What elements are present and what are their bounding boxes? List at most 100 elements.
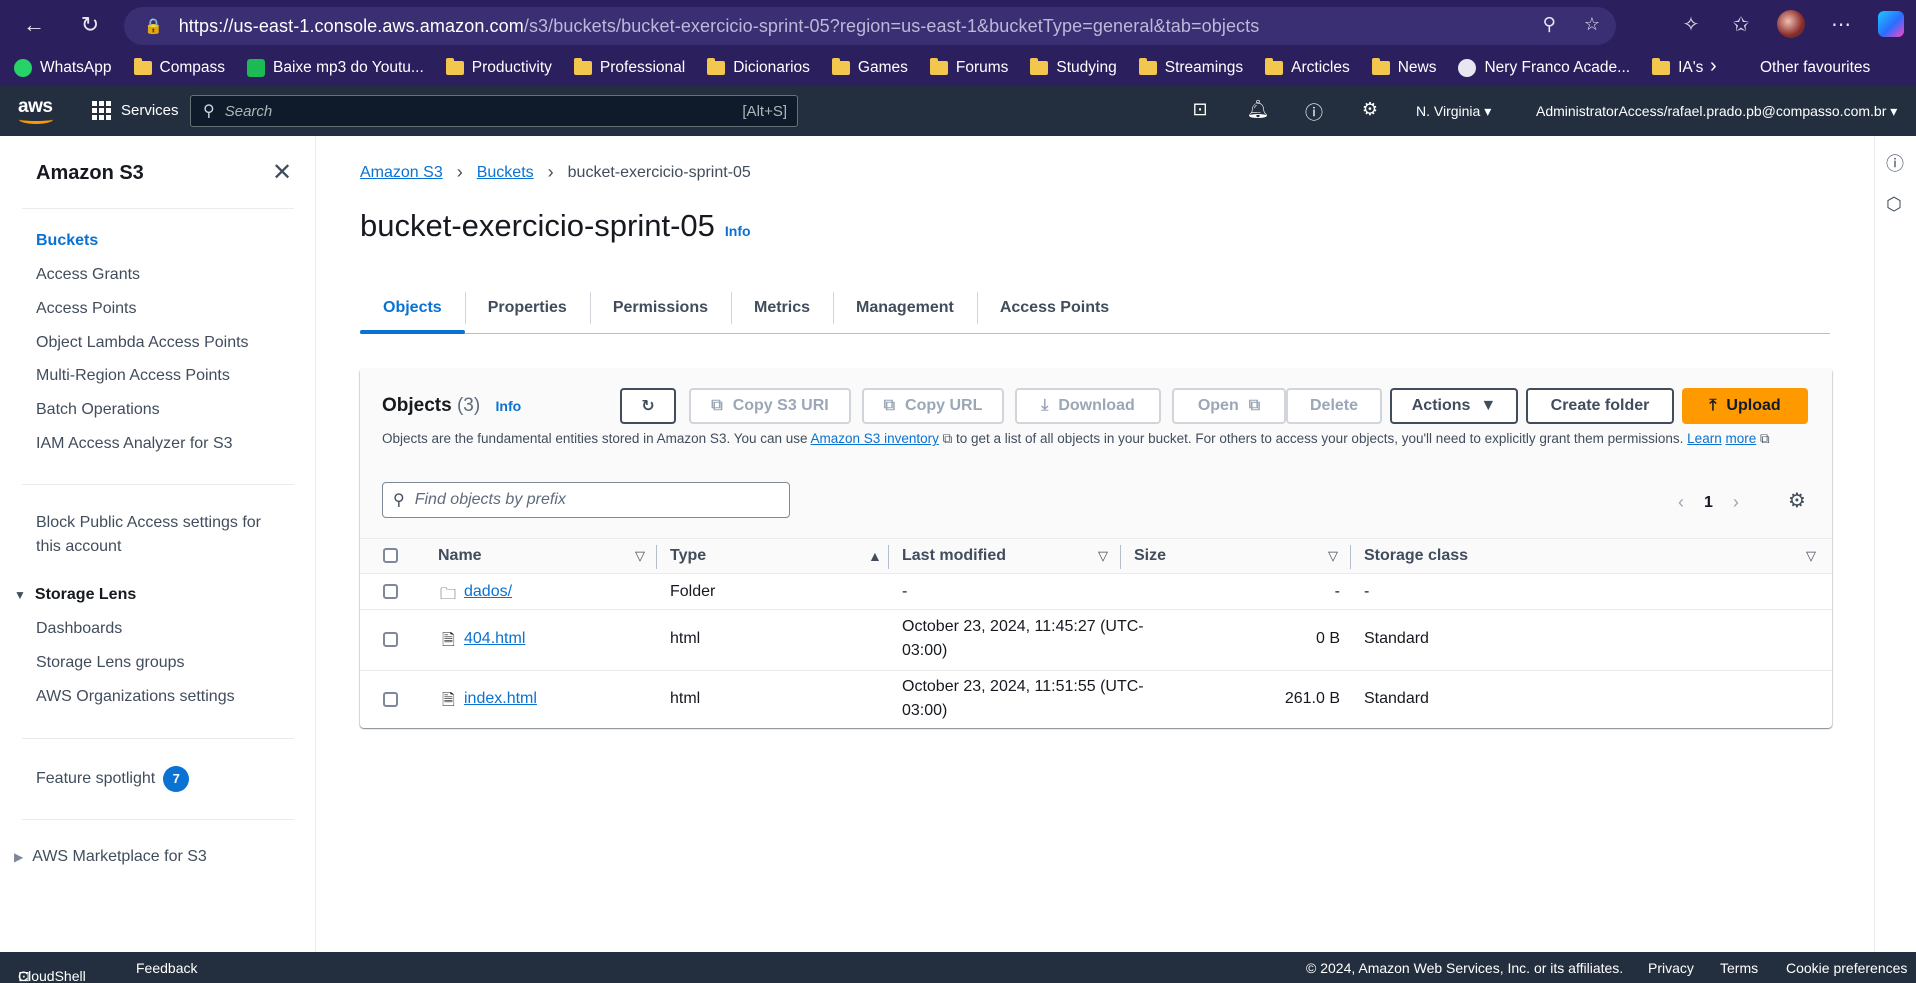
upload-button[interactable]: ⤒ Upload <box>1682 388 1808 424</box>
column-divider[interactable] <box>888 545 889 569</box>
account-menu[interactable]: AdministratorAccess/rafael.prado.pb@comp… <box>1536 103 1897 120</box>
sidebar-item-block-public-access[interactable]: Block Public Access settings for this acc… <box>36 514 261 562</box>
column-header-storage-class[interactable]: Storage class <box>1364 547 1468 565</box>
info-link[interactable]: Info <box>496 398 522 414</box>
copy-url-button[interactable]: ⧉ Copy URL <box>862 388 1004 424</box>
services-menu[interactable]: Services <box>92 101 179 120</box>
notifications-bell-icon[interactable]: 🔔︎ <box>1246 99 1270 120</box>
open-button[interactable]: Open ⧉ <box>1172 388 1286 424</box>
bookmark-games[interactable]: Games <box>831 58 908 77</box>
bookmark-other-favourites[interactable]: Other favourites <box>1752 59 1870 77</box>
sidebar-item-access-grants[interactable]: Access Grants <box>36 266 140 284</box>
sidebar-item-batch-operations[interactable]: Batch Operations <box>36 401 160 419</box>
tab-permissions[interactable]: Permissions <box>589 284 731 332</box>
refresh-icon[interactable]: ↻ <box>70 12 110 38</box>
column-divider[interactable] <box>1350 545 1351 569</box>
bookmark-professional[interactable]: Professional <box>573 58 685 77</box>
object-filter[interactable]: ⚲ <box>382 482 790 518</box>
bookmark-ias[interactable]: IA's <box>1652 58 1703 77</box>
sort-ascending-icon[interactable]: ▲ <box>868 548 882 564</box>
sort-icon[interactable]: ▽ <box>635 548 645 564</box>
column-header-size[interactable]: Size <box>1134 547 1166 565</box>
column-divider[interactable] <box>656 545 657 569</box>
row-checkbox[interactable] <box>383 692 398 707</box>
url-text[interactable]: https://us-east-1.console.aws.amazon.com… <box>179 16 1260 37</box>
chevron-right-icon[interactable]: › <box>1733 492 1739 513</box>
chevron-right-icon[interactable]: › <box>1710 55 1717 78</box>
sidebar-item-object-lambda[interactable]: Object Lambda Access Points <box>36 334 249 352</box>
sidebar-item-access-points[interactable]: Access Points <box>36 300 136 318</box>
sort-icon[interactable]: ▽ <box>1098 548 1108 564</box>
feedback-link[interactable]: Feedback <box>136 960 197 976</box>
more-icon[interactable]: ⋯ <box>1816 12 1866 37</box>
bookmark-whatsapp[interactable]: WhatsApp <box>14 59 112 77</box>
back-icon[interactable]: ← <box>14 12 54 38</box>
learn-more-link[interactable]: Learn <box>1687 431 1722 446</box>
table-row[interactable]: 🗀 dados/ Folder - - - <box>360 574 1832 610</box>
sidebar-item-storage-lens-groups[interactable]: Storage Lens groups <box>36 654 185 672</box>
sidebar-item-feature-spotlight[interactable]: Feature spotlight 7 <box>36 766 190 792</box>
breadcrumb-amazon-s3[interactable]: Amazon S3 <box>360 164 443 182</box>
chevron-left-icon[interactable]: ‹ <box>1678 492 1684 513</box>
actions-button[interactable]: Actions ▼ <box>1390 388 1518 424</box>
copilot-icon[interactable] <box>1878 11 1904 37</box>
row-checkbox[interactable] <box>383 584 398 599</box>
bookmark-dicionarios[interactable]: Dicionarios <box>707 58 810 77</box>
sidebar-item-dashboards[interactable]: Dashboards <box>36 620 122 638</box>
sidebar-item-multi-region[interactable]: Multi-Region Access Points <box>36 367 230 385</box>
sidebar-item-aws-organizations[interactable]: AWS Organizations settings <box>36 688 235 706</box>
breadcrumb-buckets[interactable]: Buckets <box>477 164 534 182</box>
tab-objects[interactable]: Objects <box>360 284 465 334</box>
bookmark-baixe-mp3[interactable]: Baixe mp3 do Youtu... <box>246 59 424 77</box>
terms-link[interactable]: Terms <box>1720 960 1758 976</box>
sidebar-item-iam-access-analyzer[interactable]: IAM Access Analyzer for S3 <box>36 435 233 453</box>
delete-button[interactable]: Delete <box>1286 388 1382 424</box>
bookmark-nery-franco[interactable]: Nery Franco Acade... <box>1458 59 1630 77</box>
lock-icon[interactable]: 🔒 <box>144 17 163 35</box>
page-number[interactable]: 1 <box>1704 494 1713 512</box>
star-icon[interactable]: ☆ <box>1584 14 1600 35</box>
cloudshell-icon[interactable]: ⊡ <box>1188 99 1212 120</box>
table-row[interactable]: 🗎 index.html html October 23, 2024, 11:5… <box>360 671 1832 728</box>
tab-metrics[interactable]: Metrics <box>730 284 833 332</box>
help-icon[interactable]: ⓘ <box>1302 99 1326 125</box>
aws-search-box[interactable]: ⚲ [Alt+S] <box>190 95 798 127</box>
sidebar-section-marketplace[interactable]: ▶ AWS Marketplace for S3 <box>14 848 207 866</box>
address-bar[interactable]: 🔒 https://us-east-1.console.aws.amazon.c… <box>124 7 1616 45</box>
tab-management[interactable]: Management <box>833 284 977 332</box>
object-name-link[interactable]: index.html <box>464 690 537 707</box>
bookmark-streamings[interactable]: Streamings <box>1138 58 1243 77</box>
info-icon[interactable]: ⓘ <box>1886 150 1904 176</box>
select-all-checkbox[interactable] <box>383 548 398 563</box>
table-row[interactable]: 🗎 404.html html October 23, 2024, 11:45:… <box>360 610 1832 671</box>
sidebar-section-storage-lens[interactable]: ▼ Storage Lens <box>14 586 136 604</box>
settings-gear-icon[interactable]: ⚙ <box>1358 99 1382 120</box>
column-header-type[interactable]: Type <box>670 547 706 565</box>
hexagon-icon[interactable]: ⬡ <box>1886 194 1902 215</box>
download-button[interactable]: ⤓ Download <box>1015 388 1161 424</box>
table-settings-gear-icon[interactable]: ⚙ <box>1788 488 1806 513</box>
bookmark-arcticles[interactable]: Arcticles <box>1265 58 1350 77</box>
copy-s3-uri-button[interactable]: ⧉ Copy S3 URI <box>689 388 851 424</box>
extensions-icon[interactable]: ✧ <box>1666 12 1716 37</box>
profile-avatar[interactable] <box>1777 10 1805 38</box>
column-header-name[interactable]: Name <box>438 547 482 565</box>
tab-access-points[interactable]: Access Points <box>976 284 1132 332</box>
learn-more-link[interactable]: more <box>1725 431 1756 446</box>
create-folder-button[interactable]: Create folder <box>1526 388 1674 424</box>
refresh-button[interactable]: ↻ <box>620 388 676 424</box>
aws-logo[interactable]: aws <box>18 96 53 124</box>
column-header-last-modified[interactable]: Last modified <box>902 547 1006 565</box>
cookie-preferences-link[interactable]: Cookie preferences <box>1786 960 1907 976</box>
object-filter-input[interactable] <box>414 491 789 509</box>
info-link[interactable]: Info <box>725 223 751 239</box>
sort-icon[interactable]: ▽ <box>1806 548 1816 564</box>
object-name-link[interactable]: 404.html <box>464 630 525 647</box>
object-name-link[interactable]: dados/ <box>464 583 512 600</box>
s3-inventory-link[interactable]: Amazon S3 inventory <box>811 431 939 446</box>
privacy-link[interactable]: Privacy <box>1648 960 1694 976</box>
bookmark-productivity[interactable]: Productivity <box>445 58 552 77</box>
row-checkbox[interactable] <box>383 632 398 647</box>
favourites-icon[interactable]: ✩ <box>1716 12 1766 37</box>
zoom-icon[interactable]: ⚲ <box>1543 14 1556 35</box>
